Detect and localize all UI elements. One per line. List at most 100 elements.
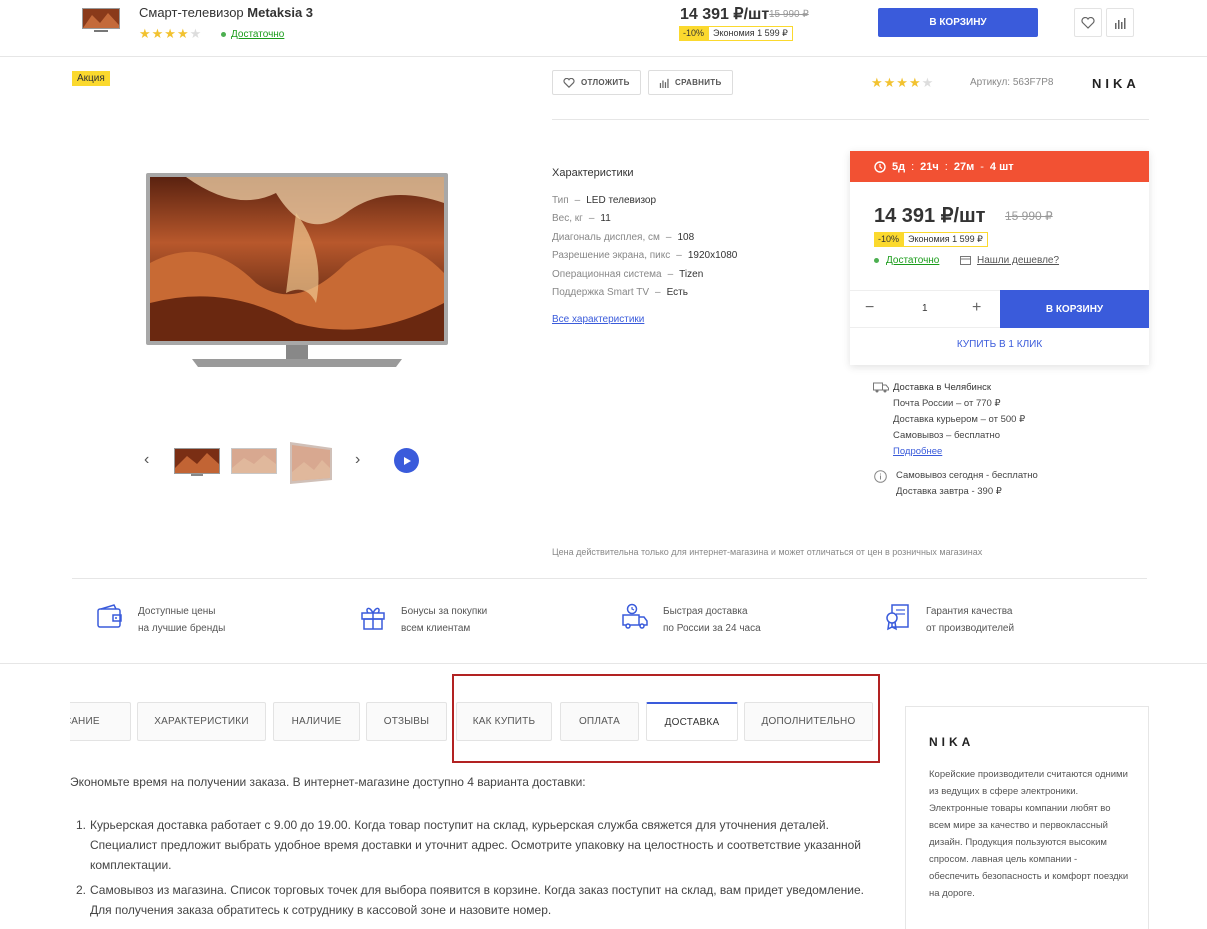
list-text: Самовывоз из магазина. Список торговых т… — [90, 883, 865, 917]
gallery-thumbnail[interactable] — [286, 440, 334, 486]
stock-status[interactable]: Достаточно — [874, 255, 939, 266]
price: 14 391 ₽/шт — [680, 6, 770, 23]
delivery-title: Доставка в Челябинск — [893, 382, 992, 393]
wishlist-button[interactable] — [1074, 8, 1102, 37]
benefit-line: Бонусы за покупки — [401, 606, 488, 617]
benefit-item: Бонусы за покупки всем клиентам — [359, 603, 487, 637]
product-name: Смарт-телевизор Metaksia 3 — [139, 5, 314, 20]
compare-button[interactable] — [1106, 8, 1134, 37]
tab-availability[interactable]: НАЛИЧИЕ — [273, 702, 360, 741]
compare-action-button[interactable]: СРАВНИТЬ — [648, 70, 733, 95]
brand-logo[interactable]: NIKA — [1092, 76, 1140, 91]
add-to-cart-button[interactable]: В КОРЗИНУ — [878, 8, 1038, 37]
delivery-more-link[interactable]: Подробнее — [893, 446, 942, 457]
heart-icon — [1081, 16, 1095, 29]
spec-row: Поддержка Smart TV – Есть — [552, 287, 688, 298]
benefit-item: Быстрая доставка по России за 24 часа — [621, 603, 761, 637]
found-cheaper-label: Нашли дешевле? — [977, 255, 1060, 266]
heart-icon — [563, 77, 575, 88]
tab-delivery[interactable]: ДОСТАВКА — [646, 702, 738, 741]
truck-icon — [873, 382, 889, 393]
timer-days: 5д — [892, 160, 906, 173]
wallet-icon — [97, 604, 122, 628]
delivery-intro: Экономьте время на получении заказа. В и… — [70, 775, 586, 789]
price-tag-icon — [960, 256, 971, 265]
spec-row: Тип – LED телевизор — [552, 195, 657, 206]
benefit-line: на лучшие бренды — [138, 623, 226, 634]
defer-label: ОТЛОЖИТЬ — [581, 78, 630, 87]
found-cheaper-link[interactable]: Нашли дешевле? — [960, 255, 1059, 266]
list-number: 2. — [76, 883, 87, 897]
quantity-value[interactable]: 1 — [922, 303, 928, 314]
discount-savings: Экономия 1 599 ₽ — [903, 232, 988, 247]
benefit-line: Гарантия качества — [926, 606, 1013, 617]
divider — [72, 578, 1147, 579]
spec-row: Операционная система – Tizen — [552, 269, 704, 280]
product-thumbnail — [82, 8, 120, 32]
list-text: Курьерская доставка работает с 9.00 до 1… — [90, 818, 861, 872]
delivery-tomorrow: Доставка завтра - 390 ₽ — [896, 486, 1002, 497]
delivery-pickup: Самовывоз – бесплатно — [893, 430, 1000, 441]
delivery-truck-icon — [622, 603, 648, 629]
timer-quantity: 4 шт — [989, 160, 1014, 173]
play-video-button[interactable] — [394, 448, 419, 473]
spec-row: Разрешение экрана, пикс –1920x1080 — [552, 250, 738, 261]
info-icon — [874, 470, 887, 483]
pickup-today: Самовывоз сегодня - бесплатно — [896, 470, 1038, 481]
delivery-courier: Доставка курьером – от 500 ₽ — [893, 414, 1026, 425]
gallery-thumbnail[interactable] — [230, 440, 278, 478]
promo-badge: Акция — [72, 71, 110, 86]
discount-badge: -10% Экономия 1 599 ₽ — [874, 232, 988, 247]
rating-stars: ★★★★★ — [139, 26, 203, 41]
quantity-increase-button[interactable]: + — [972, 299, 981, 317]
gallery-thumbnail[interactable] — [173, 440, 221, 478]
benefit-line: от производителей — [926, 623, 1015, 634]
benefit-item: Гарантия качества от производителей — [884, 603, 1014, 637]
old-price: 15 990 ₽ — [1005, 209, 1053, 223]
tab-description[interactable]: ОПИСАНИЕ — [70, 702, 131, 741]
quantity-decrease-button[interactable]: − — [865, 299, 874, 317]
tab-how-to-buy[interactable]: КАК КУПИТЬ — [456, 702, 552, 741]
price: 14 391 ₽/шт — [874, 205, 986, 227]
gallery-prev-arrow[interactable]: ‹ — [144, 451, 149, 469]
specs-title: Характеристики — [552, 167, 634, 179]
defer-button[interactable]: ОТЛОЖИТЬ — [552, 70, 641, 95]
bar-chart-icon — [659, 78, 669, 88]
brand-card: NIKA Корейские производители считаются о… — [905, 706, 1149, 929]
gift-icon — [361, 607, 385, 630]
tab-additional[interactable]: ДОПОЛНИТЕЛЬНО — [744, 702, 873, 741]
tab-payment[interactable]: ОПЛАТА — [560, 702, 639, 741]
product-main-image — [146, 173, 448, 367]
delivery-post: Почта России – от 770 ₽ — [893, 398, 1001, 409]
all-specs-link[interactable]: Все характеристики — [552, 314, 644, 325]
tab-reviews[interactable]: ОТЗЫВЫ — [366, 702, 447, 741]
rating-stars: ★★★★★ — [871, 75, 935, 90]
promo-timer: 5д: 21ч: 27м - 4 шт — [850, 151, 1149, 182]
benefit-item: Доступные цены на лучшие бренды — [96, 603, 225, 637]
brand-description: Корейские производители считаются одними… — [929, 769, 1129, 899]
divider — [0, 663, 1207, 664]
price-disclaimer: Цена действительна только для интернет-м… — [552, 547, 983, 557]
sticky-product-bar: Смарт-телевизор Metaksia 3 ★★★★★ Достато… — [0, 0, 1207, 57]
clock-icon — [874, 160, 886, 173]
timer-minutes: 27м — [953, 160, 975, 173]
add-to-cart-button[interactable]: В КОРЗИНУ — [1000, 290, 1149, 328]
play-icon — [403, 456, 411, 465]
tab-characteristics[interactable]: ХАРАКТЕРИСТИКИ — [137, 702, 266, 741]
buy-box: 5д: 21ч: 27м - 4 шт 14 391 ₽/шт 15 990 ₽… — [850, 151, 1149, 365]
stock-status[interactable]: Достаточно — [221, 29, 284, 40]
bar-chart-icon — [1115, 17, 1126, 29]
product-tabs: ОПИСАНИЕ ХАРАКТЕРИСТИКИ НАЛИЧИЕ ОТЗЫВЫ К… — [70, 702, 880, 742]
benefit-line: Доступные цены — [138, 606, 216, 617]
old-price: 15 990 ₽ — [769, 9, 809, 20]
buy-one-click-button[interactable]: КУПИТЬ В 1 КЛИК — [850, 339, 1149, 350]
gallery-next-arrow[interactable]: › — [355, 451, 360, 469]
list-item: 1. Курьерская доставка работает с 9.00 д… — [76, 815, 876, 875]
benefit-line: всем клиентам — [401, 623, 471, 634]
discount-percent: -10% — [874, 232, 904, 247]
benefit-line: Быстрая доставка — [663, 606, 748, 617]
list-number: 1. — [76, 818, 87, 832]
spec-row: Диагональ дисплея, см –108 — [552, 232, 695, 243]
article-number: Артикул: 563F7P8 — [970, 77, 1054, 88]
brand-logo[interactable]: NIKA — [929, 735, 974, 749]
